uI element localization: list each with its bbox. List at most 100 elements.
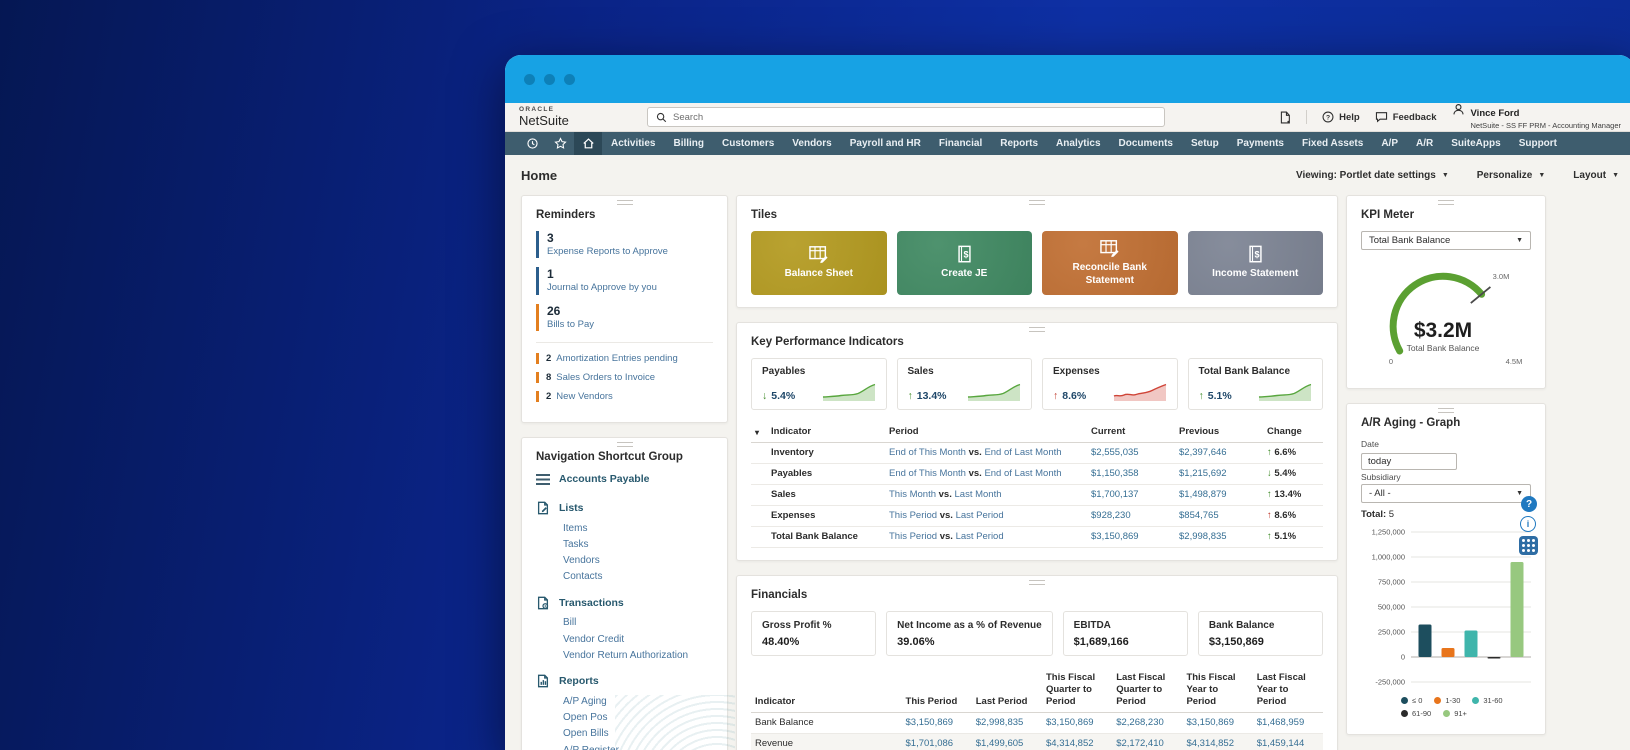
nav-item-a-p[interactable]: A/P: [1372, 132, 1407, 155]
reminder-link[interactable]: Amortization Entries pending: [556, 353, 677, 364]
period-link[interactable]: End of This Month: [889, 468, 966, 479]
financial-card-net-income-as-a-of-revenue[interactable]: Net Income as a % of Revenue 39.06%: [886, 610, 1053, 656]
user-menu[interactable]: Vince Ford NetSuite - SS FF PRM - Accoun…: [1452, 103, 1621, 131]
shortcut-section-header-lists[interactable]: Lists: [536, 501, 713, 515]
floating-help-button[interactable]: ?: [1521, 496, 1537, 512]
period-link[interactable]: This Period: [889, 531, 937, 542]
nav-item-billing[interactable]: Billing: [664, 132, 713, 155]
reminder-item[interactable]: 2 Amortization Entries pending: [536, 353, 713, 365]
kpi-table-row[interactable]: Expenses This Period vs. Last Period $928,…: [751, 505, 1323, 527]
reminder-item[interactable]: 8 Sales Orders to Invoice: [536, 372, 713, 384]
period-link[interactable]: End of Last Month: [984, 468, 1061, 479]
shortcuts-star-icon[interactable]: [546, 132, 574, 155]
kpi-card-payables[interactable]: Payables ↓ 5.4%: [751, 358, 887, 410]
nav-item-fixed-assets[interactable]: Fixed Assets: [1293, 132, 1372, 155]
nav-item-customers[interactable]: Customers: [713, 132, 783, 155]
feedback-button[interactable]: Feedback: [1375, 111, 1437, 123]
financials-table-row[interactable]: Revenue $1,701,086 $1,499,605 $4,314,852 $2,…: [751, 733, 1323, 750]
drag-handle[interactable]: [1438, 200, 1454, 205]
recent-records-icon[interactable]: [518, 132, 546, 155]
date-input[interactable]: [1361, 453, 1457, 470]
nav-item-activities[interactable]: Activities: [602, 132, 664, 155]
tile-create-je[interactable]: $ Create JE: [896, 231, 1032, 295]
drag-handle[interactable]: [1029, 579, 1045, 585]
period-link[interactable]: This Period: [889, 510, 937, 521]
search-input[interactable]: [673, 111, 1156, 123]
kpi-table-row[interactable]: Sales This Month vs. Last Month $1,700,137…: [751, 484, 1323, 506]
tile-income-statement[interactable]: $ Income Statement: [1187, 231, 1323, 295]
window-control-dot[interactable]: [564, 73, 575, 85]
reminder-link[interactable]: New Vendors: [556, 391, 613, 402]
shortcut-link-items[interactable]: Items: [563, 520, 713, 536]
period-link[interactable]: End of Last Month: [984, 447, 1061, 458]
shortcut-group-accounts-payable[interactable]: Accounts Payable: [536, 473, 713, 485]
tile-reconcile-bank-statement[interactable]: Reconcile Bank Statement: [1042, 231, 1178, 295]
drag-handle[interactable]: [616, 442, 633, 448]
kpi-card-sales[interactable]: Sales ↑ 13.4%: [896, 358, 1032, 410]
financial-card-bank-balance[interactable]: Bank Balance $3,150,869: [1197, 610, 1324, 656]
kpi-table-row[interactable]: Payables End of This Month vs. End of Las…: [751, 463, 1323, 485]
reminder-item[interactable]: 3 Expense Reports to Approve: [536, 231, 713, 259]
reminder-link[interactable]: Sales Orders to Invoice: [556, 372, 655, 383]
shortcut-link-vendors[interactable]: Vendors: [563, 552, 713, 568]
financial-card-gross-profit[interactable]: Gross Profit % 48.40%: [751, 610, 877, 656]
tile-balance-sheet[interactable]: Balance Sheet: [751, 231, 887, 295]
reminder-link[interactable]: Journal to Approve by you: [547, 282, 713, 294]
nav-item-a-r[interactable]: A/R: [1407, 132, 1442, 155]
shortcut-link-open-pos[interactable]: Open Pos: [563, 710, 713, 726]
financial-card-ebitda[interactable]: EBITDA $1,689,166: [1062, 610, 1188, 656]
quick-add-button[interactable]: [1279, 111, 1291, 124]
drag-handle[interactable]: [1029, 327, 1045, 332]
kpi-card-total-bank-balance[interactable]: Total Bank Balance ↑ 5.1%: [1187, 358, 1323, 410]
shortcut-link-bill[interactable]: Bill: [563, 615, 713, 631]
shortcut-section-header-transactions[interactable]: Transactions: [536, 596, 713, 610]
shortcut-link-vendor-credit[interactable]: Vendor Credit: [563, 631, 713, 647]
window-control-dot[interactable]: [524, 73, 535, 85]
shortcut-link-a-p-register[interactable]: A/P Register: [563, 742, 713, 750]
financials-table-row[interactable]: Bank Balance $3,150,869 $2,998,835 $3,150,8…: [751, 712, 1323, 734]
layout-dropdown[interactable]: Layout ▼: [1573, 170, 1619, 181]
nav-item-reports[interactable]: Reports: [991, 132, 1047, 155]
nav-item-suiteapps[interactable]: SuiteApps: [1442, 132, 1509, 155]
reminder-link[interactable]: Expense Reports to Approve: [547, 246, 713, 258]
kpi-card-expenses[interactable]: Expenses ↑ 8.6%: [1042, 358, 1178, 410]
netsuite-logo[interactable]: ORACLE NetSuite: [519, 106, 637, 127]
viewing-dropdown[interactable]: Viewing: Portlet date settings ▼: [1296, 170, 1449, 181]
nav-item-financial[interactable]: Financial: [930, 132, 991, 155]
drag-handle[interactable]: [616, 200, 633, 205]
personalize-dropdown[interactable]: Personalize ▼: [1477, 170, 1546, 181]
nav-item-setup[interactable]: Setup: [1182, 132, 1228, 155]
period-link[interactable]: Last Period: [956, 531, 1004, 542]
reminder-link[interactable]: Bills to Pay: [547, 319, 713, 331]
period-link[interactable]: End of This Month: [889, 447, 966, 458]
nav-item-analytics[interactable]: Analytics: [1047, 132, 1109, 155]
window-control-dot[interactable]: [544, 73, 555, 85]
kpi-table-row[interactable]: Total Bank Balance This Period vs. Last P…: [751, 526, 1323, 548]
drag-handle[interactable]: [1029, 200, 1045, 205]
reminder-item[interactable]: 26 Bills to Pay: [536, 303, 713, 332]
shortcut-link-a-p-aging[interactable]: A/P Aging: [563, 693, 713, 709]
nav-item-documents[interactable]: Documents: [1110, 132, 1182, 155]
shortcut-link-contacts[interactable]: Contacts: [563, 569, 713, 585]
nav-item-vendors[interactable]: Vendors: [783, 132, 840, 155]
floating-info-button[interactable]: i: [1520, 516, 1536, 532]
subsidiary-select[interactable]: - All - ▼: [1361, 484, 1531, 503]
reminder-item[interactable]: 2 New Vendors: [536, 391, 713, 403]
period-link[interactable]: Last Period: [956, 510, 1004, 521]
shortcut-link-tasks[interactable]: Tasks: [563, 536, 713, 552]
period-link[interactable]: This Month: [889, 489, 936, 500]
nav-item-payments[interactable]: Payments: [1228, 132, 1293, 155]
shortcut-section-header-reports[interactable]: Reports: [536, 674, 713, 688]
global-search[interactable]: [647, 107, 1165, 127]
shortcut-link-open-bills[interactable]: Open Bills: [563, 726, 713, 742]
kpi-table-row[interactable]: Inventory End of This Month vs. End of La…: [751, 442, 1323, 464]
period-link[interactable]: Last Month: [955, 489, 1002, 500]
reminder-item[interactable]: 1 Journal to Approve by you: [536, 267, 713, 295]
nav-item-payroll-and-hr[interactable]: Payroll and HR: [841, 132, 930, 155]
shortcut-link-vendor-return-authorization[interactable]: Vendor Return Authorization: [563, 647, 713, 663]
home-icon[interactable]: [574, 132, 602, 155]
help-button[interactable]: ? Help: [1322, 111, 1360, 123]
kpi-meter-select[interactable]: Total Bank Balance ▼: [1361, 231, 1531, 250]
nav-item-support[interactable]: Support: [1510, 132, 1566, 155]
floating-apps-grid-button[interactable]: [1519, 536, 1538, 555]
